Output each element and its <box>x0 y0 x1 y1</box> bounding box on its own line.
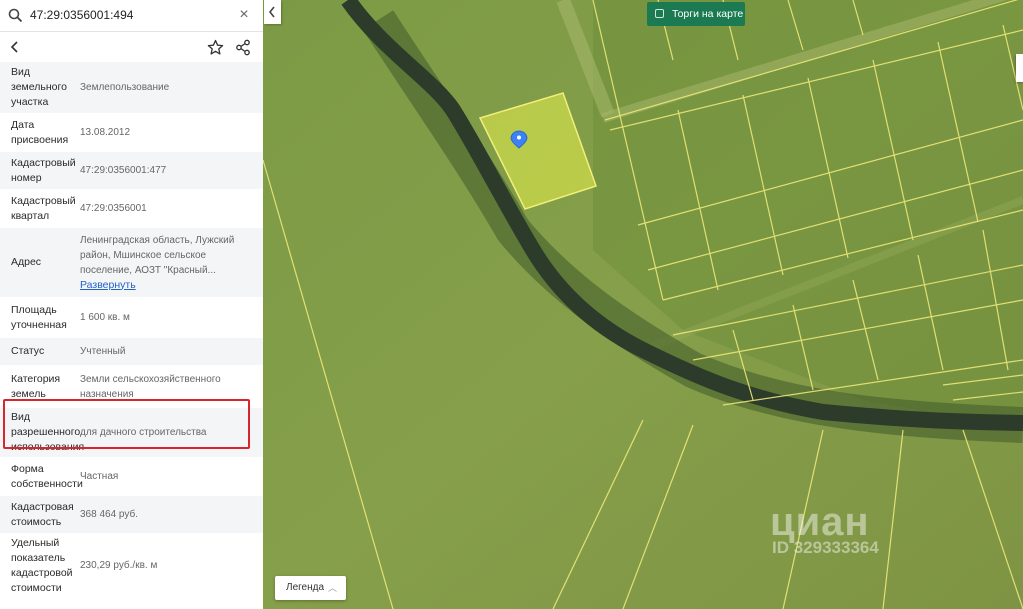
detail-value: 230,29 руб./кв. м <box>80 560 158 571</box>
chevron-up-icon: ︿ <box>328 583 338 593</box>
detail-row-address: Адрес Ленинградская область, Лужский рай… <box>0 227 263 297</box>
detail-label: Вид земельного участка <box>11 66 67 108</box>
details-list: Вид земельного участка Землепользование … <box>0 61 263 597</box>
detail-label: Дата присвоения <box>11 118 69 146</box>
auctions-on-map-toggle[interactable]: Торги на карте <box>647 2 745 26</box>
auctions-label: Торги на карте <box>672 8 744 20</box>
checkbox-icon[interactable] <box>655 9 664 18</box>
detail-label: Статус <box>11 345 45 357</box>
detail-label: Форма собственности <box>11 462 83 490</box>
close-icon[interactable]: × <box>236 6 252 24</box>
collapse-panel-button[interactable] <box>264 0 281 24</box>
detail-row-area: Площадь уточненная 1 600 кв. м <box>0 297 263 337</box>
detail-row-land-category: Категория земель Земли сельскохозяйствен… <box>0 365 263 407</box>
detail-value: 47:29:0356001:477 <box>80 165 167 176</box>
detail-row-cadastral-number: Кадастровый номер 47:29:0356001:477 <box>0 151 263 189</box>
detail-row-cadastral-cost: Кадастровая стоимость 368 464 руб. <box>0 495 263 533</box>
star-icon[interactable] <box>207 39 224 56</box>
panel-toolbar <box>0 33 263 61</box>
map-view[interactable] <box>263 0 1023 609</box>
detail-value: 47:29:0356001 <box>80 203 147 214</box>
search-input[interactable] <box>30 6 230 24</box>
satellite-map[interactable] <box>263 0 1023 609</box>
detail-value: 368 464 руб. <box>80 509 138 520</box>
expand-address-link[interactable]: Развернуть <box>80 278 250 293</box>
detail-value: Частная <box>80 471 119 482</box>
detail-row-status: Статус Учтенный <box>0 337 263 365</box>
detail-row-permitted-use: Вид разрешенного использования для дачно… <box>0 407 263 457</box>
detail-value: Ленинградская область, Лужский район, Мш… <box>80 233 250 293</box>
detail-label: Кадастровая стоимость <box>11 500 74 528</box>
search-bar: × <box>0 0 263 32</box>
share-icon[interactable] <box>235 39 251 56</box>
detail-value: Землепользование <box>80 82 170 93</box>
legend-button[interactable]: Легенда ︿ <box>275 576 346 600</box>
detail-value: Учтенный <box>80 346 126 357</box>
detail-row-cadastral-quarter: Кадастровый квартал 47:29:0356001 <box>0 189 263 227</box>
detail-row-specific-cost: Удельный показатель кадастровой стоимост… <box>0 533 263 597</box>
detail-value: для дачного строительства <box>80 427 207 438</box>
detail-label: Площадь уточненная <box>11 303 67 331</box>
address-text: Ленинградская область, Лужский район, Мш… <box>80 234 235 276</box>
info-panel: × Вид земельного участка Землепользовани… <box>0 0 264 609</box>
detail-label: Категория земель <box>11 372 61 400</box>
detail-value: Земли сельскохозяйственного назначения <box>80 373 221 400</box>
detail-label: Кадастровый квартал <box>11 194 76 222</box>
detail-value: 1 600 кв. м <box>80 312 130 323</box>
chevron-left-icon <box>268 6 275 18</box>
detail-label: Вид разрешенного использования <box>11 411 85 453</box>
detail-row-assign-date: Дата присвоения 13.08.2012 <box>0 113 263 151</box>
chevron-left-icon[interactable] <box>8 39 22 55</box>
detail-label: Адрес <box>11 256 42 268</box>
detail-label: Кадастровый номер <box>11 156 76 184</box>
search-icon <box>8 8 23 23</box>
detail-row-ownership: Форма собственности Частная <box>0 457 263 495</box>
detail-row-land-type: Вид земельного участка Землепользование <box>0 61 263 113</box>
detail-label: Удельный показатель кадастровой стоимост… <box>11 536 73 594</box>
right-panel-toggle[interactable] <box>1016 54 1023 82</box>
detail-value: 13.08.2012 <box>80 127 131 138</box>
legend-label: Легенда <box>286 582 325 593</box>
